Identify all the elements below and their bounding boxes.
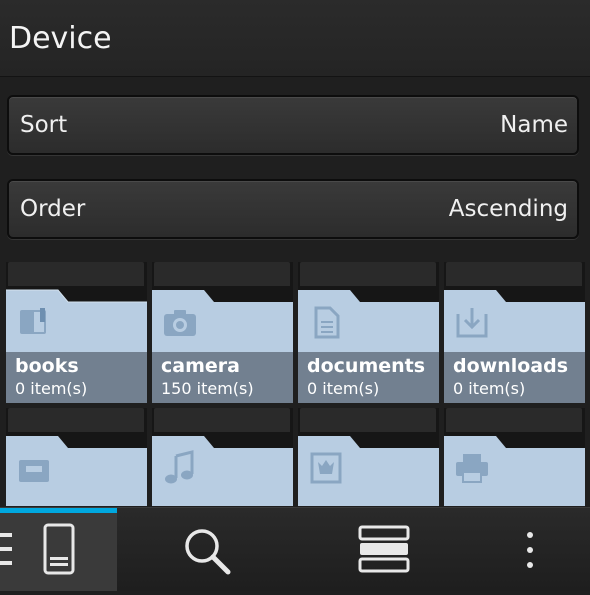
order-dropdown[interactable]: Order Ascending [7, 179, 579, 239]
folder-caption: books 0 item(s) [6, 352, 147, 403]
inbox-icon [16, 450, 52, 486]
folder-caption: camera 150 item(s) [152, 352, 293, 403]
folder-caption: documents 0 item(s) [298, 352, 439, 403]
music-icon [162, 450, 198, 486]
folder-tile[interactable] [6, 408, 147, 506]
folder-name: documents [307, 355, 426, 377]
page-title: Device [9, 21, 112, 56]
title-bar: Device [0, 0, 590, 77]
folder-item-count: 0 item(s) [453, 379, 526, 398]
folder-tile[interactable] [444, 408, 585, 506]
folder-item-count: 0 item(s) [15, 379, 88, 398]
order-label: Order [20, 196, 86, 222]
folder-tile[interactable] [298, 408, 439, 506]
folder-tile-downloads[interactable]: downloads 0 item(s) [444, 262, 585, 403]
order-value: Ascending [448, 196, 568, 222]
folder-item-count: 0 item(s) [307, 379, 380, 398]
folder-tile-camera[interactable]: camera 150 item(s) [152, 262, 293, 403]
document-icon [308, 304, 344, 340]
folder-item-count: 150 item(s) [161, 379, 254, 398]
folder-caption: downloads 0 item(s) [444, 352, 585, 403]
overflow-icon[interactable] [520, 508, 540, 591]
folder-grid: books 0 item(s) camera 150 item(s) docum… [0, 262, 590, 506]
download-icon [454, 304, 490, 340]
folder-name: books [15, 355, 79, 377]
sort-label: Sort [20, 112, 68, 138]
device-icon [40, 508, 80, 591]
menu-icon[interactable] [0, 508, 16, 591]
device-tab[interactable] [0, 508, 117, 591]
sort-dropdown[interactable]: Sort Name [7, 95, 579, 155]
search-icon[interactable] [178, 508, 234, 591]
sort-value: Name [500, 112, 568, 138]
list-view-icon[interactable] [356, 508, 412, 591]
folder-name: camera [161, 355, 240, 377]
camera-icon [162, 304, 198, 340]
action-bar [0, 507, 590, 591]
book-icon [16, 304, 52, 340]
picture-icon [308, 450, 344, 486]
folder-tile[interactable] [152, 408, 293, 506]
folder-name: downloads [453, 355, 569, 377]
folder-tile-books[interactable]: books 0 item(s) [6, 262, 147, 403]
printer-icon [454, 450, 490, 486]
folder-tile-documents[interactable]: documents 0 item(s) [298, 262, 439, 403]
